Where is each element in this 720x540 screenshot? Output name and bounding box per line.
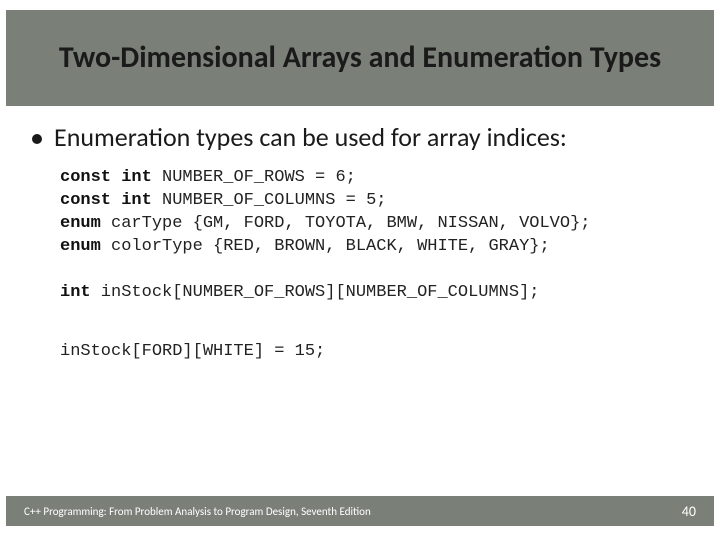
- bullet-dot-icon: [32, 134, 42, 144]
- bullet-item: Enumeration types can be used for array …: [32, 122, 680, 153]
- keyword-enum: enum: [60, 237, 101, 256]
- code-block-declarations: const int NUMBER_OF_ROWS = 6; const int …: [60, 167, 680, 305]
- footer-text: C++ Programming: From Problem Analysis t…: [24, 505, 371, 518]
- code-text: inStock[FORD][WHITE] = 15;: [60, 342, 325, 361]
- footer-bar: C++ Programming: From Problem Analysis t…: [6, 496, 714, 526]
- slide: Two-Dimensional Arrays and Enumeration T…: [0, 0, 720, 540]
- keyword-int: int: [60, 283, 91, 302]
- code-text: carType {GM, FORD, TOYOTA, BMW, NISSAN, …: [101, 214, 591, 233]
- keyword-const-int: const int: [60, 168, 152, 187]
- code-text: inStock[NUMBER_OF_ROWS][NUMBER_OF_COLUMN…: [91, 283, 540, 302]
- code-block-statement: inStock[FORD][WHITE] = 15;: [60, 341, 680, 364]
- code-text: NUMBER_OF_COLUMNS = 5;: [152, 191, 387, 210]
- slide-body: Enumeration types can be used for array …: [32, 122, 680, 364]
- keyword-enum: enum: [60, 214, 101, 233]
- keyword-const-int: const int: [60, 191, 152, 210]
- code-text: colorType {RED, BROWN, BLACK, WHITE, GRA…: [101, 237, 550, 256]
- code-text: NUMBER_OF_ROWS = 6;: [152, 168, 356, 187]
- slide-title: Two-Dimensional Arrays and Enumeration T…: [59, 41, 661, 76]
- title-band: Two-Dimensional Arrays and Enumeration T…: [6, 10, 714, 106]
- bullet-text: Enumeration types can be used for array …: [54, 122, 567, 153]
- page-number: 40: [682, 503, 696, 520]
